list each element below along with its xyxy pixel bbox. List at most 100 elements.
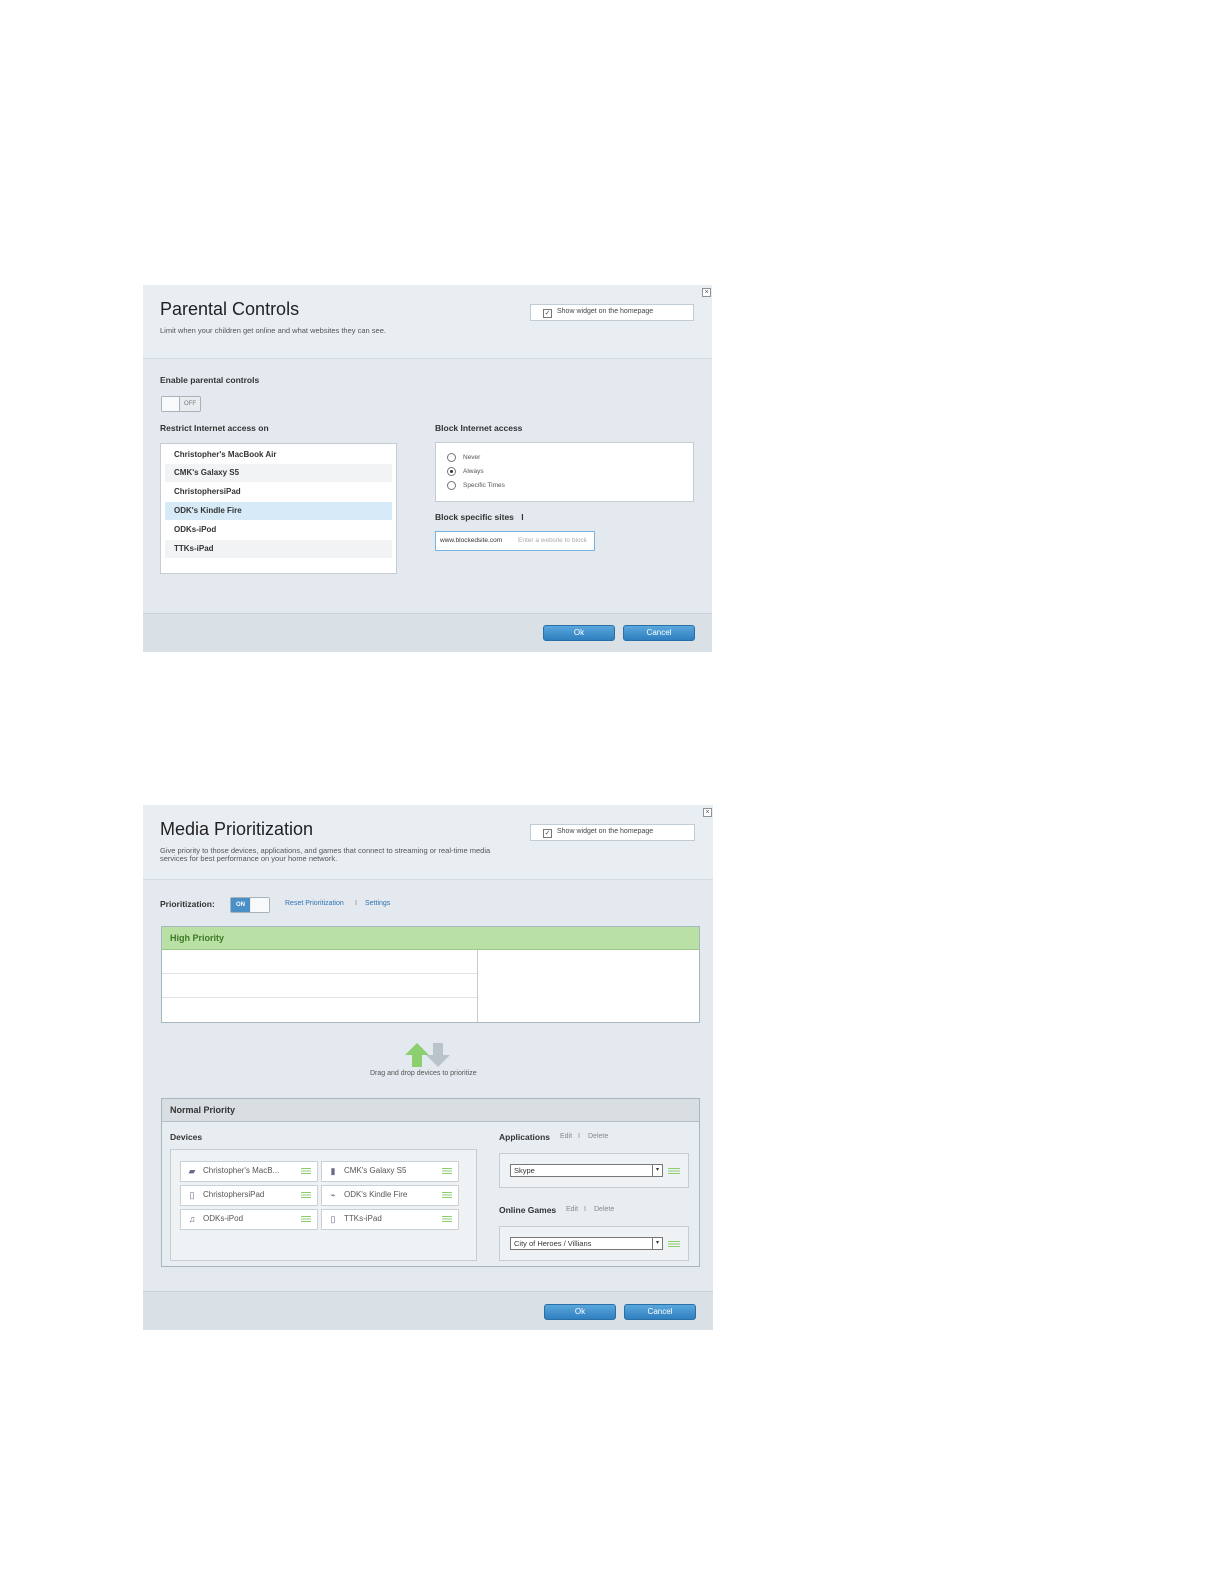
close-icon[interactable]: × xyxy=(703,808,712,817)
drag-handle-icon[interactable] xyxy=(301,1216,311,1222)
game-select[interactable]: City of Heroes / Villians ▾ xyxy=(510,1237,663,1250)
game-selected-value: City of Heroes / Villians xyxy=(514,1239,592,1248)
link-separator: I xyxy=(584,1206,586,1213)
laptop-icon: ▰ xyxy=(188,1166,196,1176)
ok-button[interactable]: Ok xyxy=(543,625,615,641)
close-icon[interactable]: × xyxy=(702,288,711,297)
applications-label: Applications xyxy=(499,1132,551,1142)
ok-button[interactable]: Ok xyxy=(544,1304,616,1320)
list-item-selected[interactable]: ODK's Kindle Fire xyxy=(165,502,392,520)
drop-slot[interactable] xyxy=(162,950,477,974)
games-delete-link[interactable]: Delete xyxy=(594,1206,614,1213)
drag-handle-icon[interactable] xyxy=(668,1241,680,1247)
toggle-knob xyxy=(162,397,180,411)
block-sites-label: Block specific sites I xyxy=(435,512,524,522)
block-site-input[interactable]: www.blockedsite.com Enter a website to b… xyxy=(435,531,595,551)
block-access-label: Block Internet access xyxy=(435,423,523,433)
radio-never-label: Never xyxy=(463,454,481,461)
drag-arrows-icon xyxy=(405,1043,450,1067)
page-title: Media Prioritization xyxy=(160,819,314,839)
drag-handle-icon[interactable] xyxy=(668,1168,680,1174)
high-priority-device-slots xyxy=(162,950,478,1022)
link-separator: I xyxy=(355,900,357,907)
page-title: Parental Controls xyxy=(160,299,300,319)
device-list: Christopher's MacBook Air CMK's Galaxy S… xyxy=(160,443,397,574)
cancel-button[interactable]: Cancel xyxy=(623,625,695,641)
restrict-label: Restrict Internet access on xyxy=(160,423,269,433)
drag-handle-icon[interactable] xyxy=(442,1168,452,1174)
application-select[interactable]: Skype ▾ xyxy=(510,1164,663,1177)
phone-icon: ▮ xyxy=(330,1166,336,1176)
page-subtitle: Limit when your children get online and … xyxy=(160,326,386,335)
kindle-icon: ⌁ xyxy=(330,1190,336,1200)
device-tile[interactable]: ▯ ChristophersiPad xyxy=(180,1185,318,1206)
radio-specific-times[interactable] xyxy=(447,481,456,490)
show-widget-checkbox[interactable]: ✓ Show widget on the homepage xyxy=(530,824,695,841)
radio-always[interactable] xyxy=(447,467,456,476)
block-options-box: Never Always Specific Times xyxy=(435,442,694,502)
device-tile[interactable]: ▯ TTKs-iPad xyxy=(321,1209,459,1230)
high-priority-section: High Priority xyxy=(161,926,700,1023)
device-tile[interactable]: ▮ CMK's Galaxy S5 xyxy=(321,1161,459,1182)
list-item[interactable]: ODKs-iPod xyxy=(165,521,392,539)
high-priority-header: High Priority xyxy=(162,927,699,950)
chevron-down-icon: ▾ xyxy=(652,1238,662,1249)
show-widget-checkbox[interactable]: ✓ Show widget on the homepage xyxy=(530,304,694,321)
applications-box: Skype ▾ xyxy=(499,1153,689,1188)
normal-priority-header: Normal Priority xyxy=(162,1099,699,1122)
application-selected-value: Skype xyxy=(514,1166,535,1175)
settings-link[interactable]: Settings xyxy=(365,900,390,907)
site-placeholder: Enter a website to block xyxy=(518,537,588,544)
reset-prioritization-link[interactable]: Reset Prioritization xyxy=(285,900,344,907)
cancel-button[interactable]: Cancel xyxy=(624,1304,696,1320)
normal-priority-section: Normal Priority Devices ▰ Christopher's … xyxy=(161,1098,700,1267)
radio-always-label: Always xyxy=(463,468,484,475)
drag-handle-icon[interactable] xyxy=(442,1216,452,1222)
parental-toggle[interactable]: OFF xyxy=(161,396,201,412)
toggle-knob xyxy=(251,898,269,912)
radio-never[interactable] xyxy=(447,453,456,462)
link-separator: I xyxy=(578,1133,580,1140)
device-tile[interactable]: ♫ ODKs-iPod xyxy=(180,1209,318,1230)
devices-label: Devices xyxy=(170,1132,203,1142)
drop-slot[interactable] xyxy=(162,974,477,998)
list-item[interactable]: CMK's Galaxy S5 xyxy=(165,464,392,482)
online-games-label: Online Games xyxy=(499,1205,557,1215)
radio-specific-times-label: Specific Times xyxy=(463,482,505,489)
ipod-icon: ♫ xyxy=(188,1214,196,1224)
applications-edit-link[interactable]: Edit xyxy=(560,1133,572,1140)
tablet-icon: ▯ xyxy=(189,1190,195,1200)
toggle-state: OFF xyxy=(184,401,196,407)
high-priority-label: High Priority xyxy=(170,933,225,943)
devices-box: ▰ Christopher's MacB... ▮ CMK's Galaxy S… xyxy=(170,1149,477,1261)
games-edit-link[interactable]: Edit xyxy=(566,1206,578,1213)
online-games-box: City of Heroes / Villians ▾ xyxy=(499,1226,689,1261)
drag-hint: Drag and drop devices to prioritize xyxy=(370,1070,477,1077)
checkmark-icon: ✓ xyxy=(543,829,552,838)
drop-slot[interactable] xyxy=(162,998,477,1021)
drag-handle-icon[interactable] xyxy=(442,1192,452,1198)
chevron-down-icon: ▾ xyxy=(652,1165,662,1176)
parental-controls-dialog: × Parental Controls Limit when your chil… xyxy=(143,285,712,652)
prioritization-toggle[interactable]: ON xyxy=(230,897,270,913)
tablet-icon: ▯ xyxy=(330,1214,336,1224)
media-prioritization-dialog: × Media Prioritization Give priority to … xyxy=(143,805,713,1330)
list-item[interactable]: Christopher's MacBook Air xyxy=(165,446,392,464)
block-sites-text: Block specific sites xyxy=(435,512,514,522)
info-icon: I xyxy=(521,512,524,522)
blocked-site-value: www.blockedsite.com xyxy=(440,537,503,544)
page-subtitle-line2: services for best performance on your ho… xyxy=(160,854,338,863)
applications-delete-link[interactable]: Delete xyxy=(588,1133,608,1140)
drag-handle-icon[interactable] xyxy=(301,1168,311,1174)
toggle-state: ON xyxy=(236,902,245,908)
media-header xyxy=(143,805,713,880)
device-tile[interactable]: ▰ Christopher's MacB... xyxy=(180,1161,318,1182)
normal-priority-label: Normal Priority xyxy=(170,1105,236,1115)
enable-parental-label: Enable parental controls xyxy=(160,375,260,385)
drag-handle-icon[interactable] xyxy=(301,1192,311,1198)
list-item[interactable]: TTKs-iPad xyxy=(165,540,392,558)
prioritization-label: Prioritization: xyxy=(160,899,215,909)
list-item[interactable]: ChristophersiPad xyxy=(165,483,392,501)
device-tile[interactable]: ⌁ ODK's Kindle Fire xyxy=(321,1185,459,1206)
checkmark-icon: ✓ xyxy=(543,309,552,318)
